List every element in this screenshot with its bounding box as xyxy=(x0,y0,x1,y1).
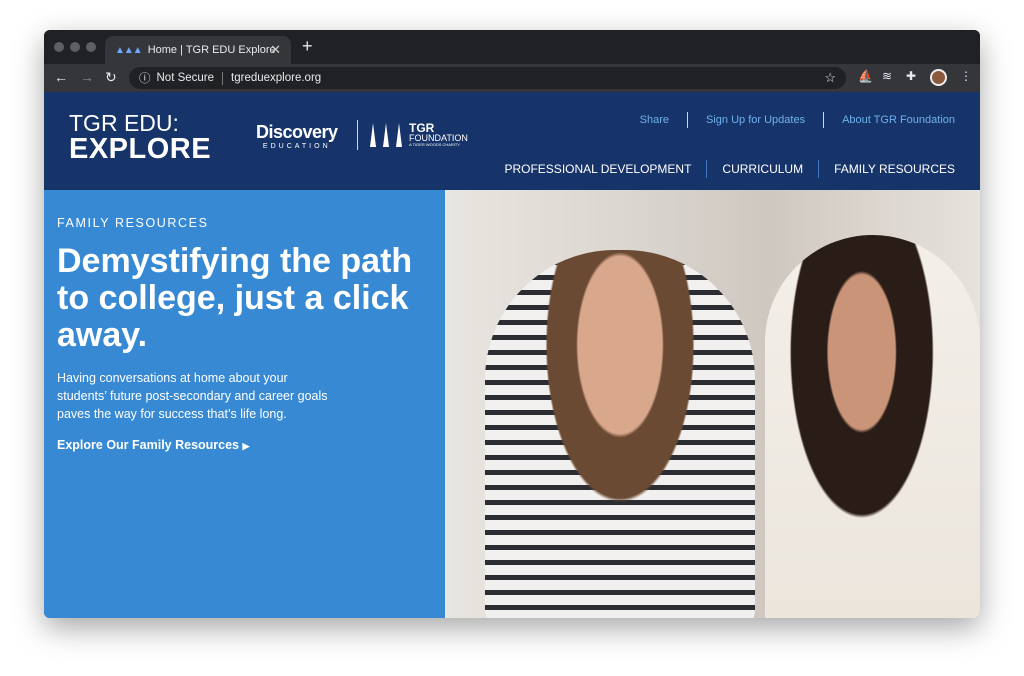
about-link[interactable]: About TGR Foundation xyxy=(842,114,955,126)
site-header: TGR EDU: EXPLORE Discovery EDUCATION TGR… xyxy=(44,92,980,190)
signup-link[interactable]: Sign Up for Updates xyxy=(706,114,805,126)
favicon-icon: ▲▲▲ xyxy=(115,44,143,56)
maximize-window-button[interactable] xyxy=(86,42,96,52)
new-tab-icon[interactable]: + xyxy=(302,36,313,57)
url-text[interactable]: tgreduexplore.org xyxy=(231,72,321,84)
explore-family-resources-link[interactable]: Explore Our Family Resources ▶ xyxy=(57,438,249,452)
hero-headline: Demystifying the path to college, just a… xyxy=(57,242,413,354)
browser-window: ▲▲▲ Home | TGR EDU Explore ✕ + ← → ↻ ⓘ N… xyxy=(44,30,980,618)
site-logo[interactable]: TGR EDU: EXPLORE xyxy=(69,112,211,164)
menu-kebab-icon[interactable]: ⋮ xyxy=(960,69,972,83)
discovery-education-logo: Discovery EDUCATION xyxy=(256,122,338,150)
nav-family-resources[interactable]: FAMILY RESOURCES xyxy=(834,162,955,176)
caret-right-icon: ▶ xyxy=(242,441,250,451)
hero: FAMILY RESOURCES Demystifying the path t… xyxy=(44,190,980,618)
tab-bar: ▲▲▲ Home | TGR EDU Explore ✕ + xyxy=(44,30,980,64)
web-page: TGR EDU: EXPLORE Discovery EDUCATION TGR… xyxy=(44,92,980,618)
utility-nav: Share Sign Up for Updates About TGR Foun… xyxy=(640,112,955,128)
bookmark-star-icon[interactable]: ☆ xyxy=(824,70,836,86)
hero-eyebrow: FAMILY RESOURCES xyxy=(57,216,209,230)
security-label: Not Secure xyxy=(156,72,215,84)
discovery-name: Discovery xyxy=(256,122,338,142)
extension-icon[interactable]: ⛵ xyxy=(858,69,873,83)
info-icon[interactable]: ⓘ xyxy=(139,70,151,86)
tgr-foundation-logo: TGR FOUNDATION A TIGER WOODS CHARITY xyxy=(370,122,468,148)
forward-icon[interactable]: → xyxy=(80,69,94,85)
divider xyxy=(818,160,820,178)
logo-line2: EXPLORE xyxy=(69,133,212,165)
discovery-sub: EDUCATION xyxy=(262,143,331,150)
photo-parent xyxy=(765,235,980,618)
nav-curriculum[interactable]: CURRICULUM xyxy=(722,162,803,176)
tab-active[interactable]: ▲▲▲ Home | TGR EDU Explore ✕ xyxy=(105,36,291,64)
puzzle-extensions-icon[interactable]: ✚ xyxy=(906,69,916,83)
reload-icon[interactable]: ↻ xyxy=(105,69,117,86)
close-window-button[interactable] xyxy=(54,42,64,52)
hero-body: Having conversations at home about your … xyxy=(57,371,328,421)
divider xyxy=(823,112,825,128)
divider xyxy=(222,71,224,85)
minimize-window-button[interactable] xyxy=(70,42,80,52)
tab-title: Home | TGR EDU Explore xyxy=(147,44,276,56)
photo-student xyxy=(485,250,755,618)
address-bar[interactable]: ⓘ Not Secure tgreduexplore.org ☆ xyxy=(129,67,846,89)
tgr-tagline: A TIGER WOODS CHARITY xyxy=(409,142,461,147)
logo-divider xyxy=(357,120,358,150)
hero-photo xyxy=(445,190,980,618)
back-icon[interactable]: ← xyxy=(54,69,68,85)
main-nav: PROFESSIONAL DEVELOPMENT CURRICULUM FAMI… xyxy=(504,160,955,178)
buffer-extension-icon[interactable]: ≋ xyxy=(882,69,892,83)
logo-line1: TGR EDU: xyxy=(69,110,179,136)
profile-avatar[interactable] xyxy=(930,69,947,86)
cta-label: Explore Our Family Resources xyxy=(57,438,240,452)
browser-toolbar: ← → ↻ ⓘ Not Secure tgreduexplore.org ☆ ⛵… xyxy=(44,64,980,92)
divider xyxy=(687,112,689,128)
close-tab-icon[interactable]: ✕ xyxy=(270,42,281,58)
hero-panel: FAMILY RESOURCES Demystifying the path t… xyxy=(44,190,445,618)
divider xyxy=(706,160,708,178)
share-link[interactable]: Share xyxy=(640,114,669,126)
nav-professional-development[interactable]: PROFESSIONAL DEVELOPMENT xyxy=(504,162,691,176)
